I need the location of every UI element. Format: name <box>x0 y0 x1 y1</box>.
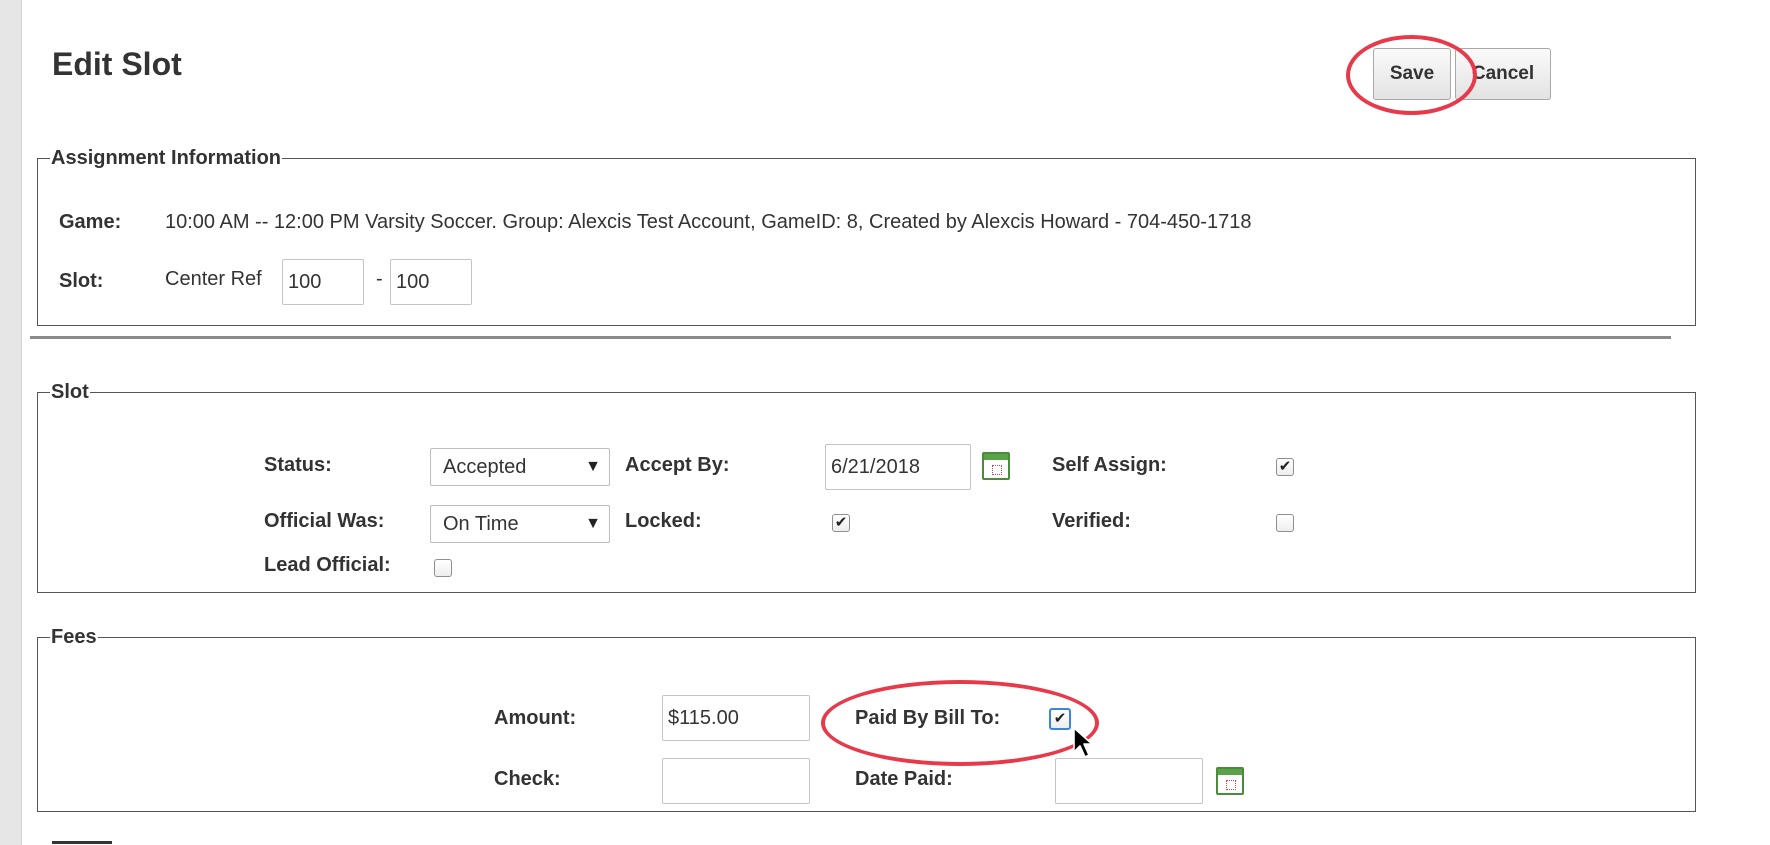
amount-label: Amount: <box>494 707 577 729</box>
locked-checkbox[interactable]: ✔ <box>832 514 850 532</box>
slot-section: Slot Status: Accepted ▼ Accept By: Self … <box>37 381 1696 593</box>
cancel-button[interactable]: Cancel <box>1455 48 1551 100</box>
date-paid-input[interactable] <box>1055 758 1203 804</box>
paid-by-bill-to-label: Paid By Bill To: <box>855 707 1001 729</box>
mouse-cursor-icon <box>1073 727 1093 758</box>
self-assign-checkbox[interactable]: ✔ <box>1276 458 1294 476</box>
page-title: Edit Slot <box>52 46 182 82</box>
amount-input[interactable] <box>662 695 810 741</box>
check-label: Check: <box>494 768 561 790</box>
calendar-icon[interactable] <box>982 452 1010 480</box>
fees-section: Fees Amount: Paid By Bill To: ✔ Check: D… <box>37 626 1696 812</box>
accept-by-label: Accept By: <box>625 454 730 476</box>
assignment-information-legend: Assignment Information <box>50 147 283 169</box>
slot-from-input[interactable] <box>282 259 364 305</box>
lead-official-label: Lead Official: <box>264 554 391 576</box>
verified-label: Verified: <box>1052 510 1131 532</box>
slot-legend: Slot <box>50 381 90 403</box>
section-divider <box>30 336 1671 339</box>
status-label: Status: <box>264 454 332 476</box>
official-was-label: Official Was: <box>264 510 385 532</box>
status-select-value: Accepted <box>443 456 527 478</box>
dropdown-arrow-icon: ▼ <box>585 515 601 532</box>
paid-by-bill-to-checkbox[interactable]: ✔ <box>1049 708 1071 730</box>
check-input[interactable] <box>662 758 810 804</box>
next-section-cut-off <box>52 836 122 845</box>
slot-position: Center Ref <box>165 268 262 290</box>
lead-official-checkbox[interactable] <box>434 559 452 577</box>
official-was-select-value: On Time <box>443 513 519 535</box>
verified-checkbox[interactable] <box>1276 514 1294 532</box>
date-paid-label: Date Paid: <box>855 768 953 790</box>
self-assign-label: Self Assign: <box>1052 454 1167 476</box>
game-label: Game: <box>59 211 122 233</box>
calendar-icon[interactable] <box>1216 767 1244 795</box>
assignment-information-section: Assignment Information Game: 10:00 AM --… <box>37 147 1696 326</box>
game-value: 10:00 AM -- 12:00 PM Varsity Soccer. Gro… <box>165 211 1252 233</box>
locked-label: Locked: <box>625 510 702 532</box>
slot-range-separator: - <box>376 268 383 290</box>
dropdown-arrow-icon: ▼ <box>585 458 601 475</box>
save-button[interactable]: Save <box>1373 48 1451 100</box>
slot-label: Slot: <box>59 270 104 292</box>
page-left-edge <box>0 0 22 845</box>
official-was-select[interactable]: On Time ▼ <box>430 505 610 543</box>
slot-to-input[interactable] <box>390 259 472 305</box>
fees-legend: Fees <box>50 626 98 648</box>
status-select[interactable]: Accepted ▼ <box>430 448 610 486</box>
accept-by-input[interactable] <box>825 444 971 490</box>
